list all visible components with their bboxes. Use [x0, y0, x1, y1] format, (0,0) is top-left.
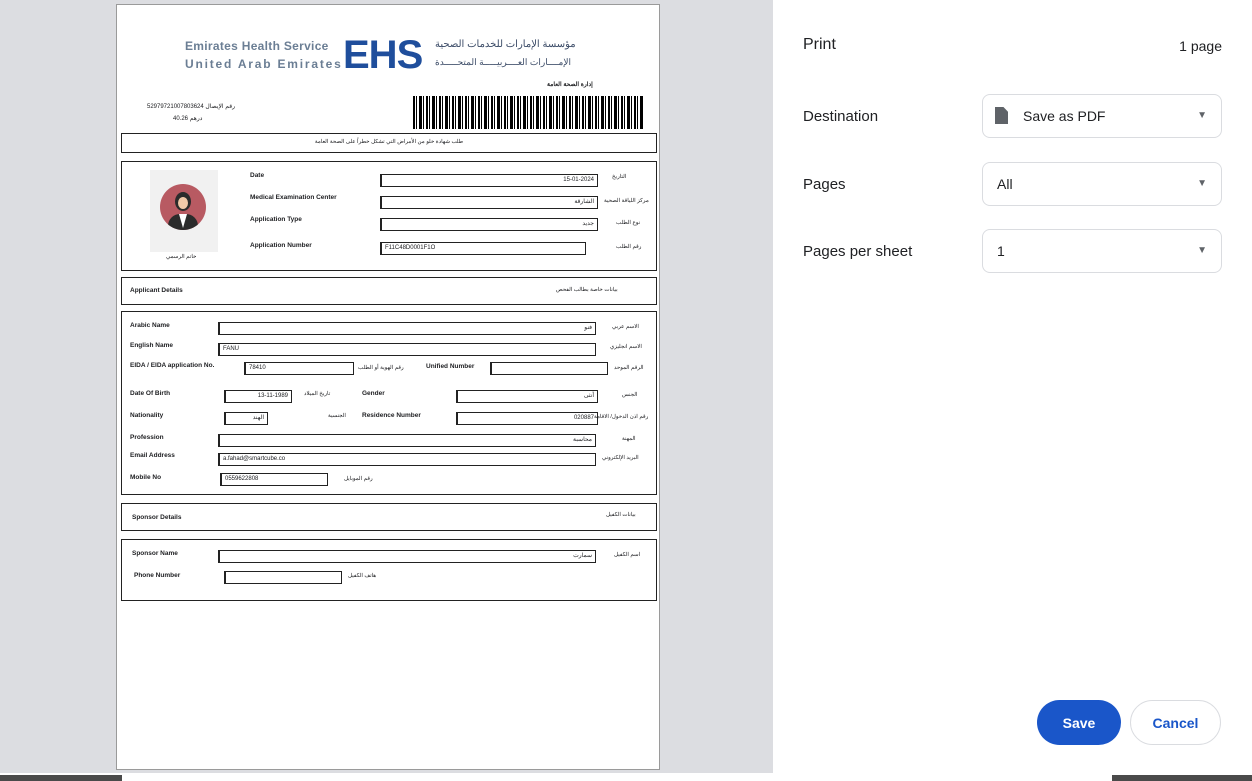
window-bottom-edge [0, 773, 1252, 781]
dob-field: 13-11-1989 [224, 390, 292, 403]
app-type-label-ar: نوع الطلب [616, 220, 641, 226]
mobile-label: Mobile No [130, 474, 162, 481]
arabic-name-field: فنو [218, 322, 596, 335]
pages-value: All [997, 176, 1013, 192]
app-number-label-ar: رقم الطلب [616, 244, 642, 250]
arabic-name-label: Arabic Name [130, 322, 170, 329]
cancel-button[interactable]: Cancel [1130, 700, 1221, 745]
phone-field [224, 571, 342, 584]
residence-number-label-ar: رقم اذن الدخول/ الاقامة [594, 414, 649, 420]
date-field: 15-01-2024 [380, 174, 598, 187]
gender-field: أنثى [456, 390, 598, 403]
mobile-label-ar: رقم الموبايل [344, 476, 373, 482]
applicant-header-en: Applicant Details [130, 287, 183, 294]
english-name-label-ar: الاسم انجليزي [610, 344, 642, 350]
profession-field: محاسبة [218, 434, 596, 447]
print-settings-panel: Print 1 page Destination Save as PDF ▼ P… [773, 0, 1252, 773]
dob-label-ar: تاريخ الميلاد [304, 391, 331, 397]
applicant-details-box: Arabic Name فنو الاسم عربي English Name … [121, 311, 657, 495]
sponsor-name-label: Sponsor Name [132, 550, 178, 557]
eida-field: 78410 [244, 362, 354, 375]
gender-label-ar: الجنس [622, 392, 638, 398]
gender-label: Gender [362, 390, 385, 397]
app-type-field: جديد [380, 218, 598, 231]
app-number-label: Application Number [250, 242, 312, 249]
chevron-down-icon: ▼ [1197, 178, 1207, 189]
unified-number-label: Unified Number [426, 363, 475, 370]
sponsor-header-en: Sponsor Details [132, 514, 182, 521]
country-name-en: United Arab Emirates [185, 57, 343, 71]
pages-per-sheet-value: 1 [997, 243, 1005, 259]
residence-number-label: Residence Number [362, 412, 421, 419]
document-icon [995, 107, 1008, 124]
exam-center-field: الشارقة [380, 196, 598, 209]
receipt-number: 52979721007803624 رقم الإيصال [147, 104, 235, 110]
request-title-box: طلب شهادة خلو من الأمراض التي تشكل خطراً… [121, 133, 657, 153]
email-label-ar: البريد الإلكتروني [602, 455, 639, 461]
email-field: a.fahad@smartcube.co [218, 453, 596, 466]
org-name-en: Emirates Health Service [185, 39, 329, 53]
eida-label: EIDA / EIDA application No. [130, 362, 215, 369]
mobile-field: 0559622808 [220, 473, 328, 486]
unified-number-field [490, 362, 608, 375]
applicant-photo [150, 170, 218, 252]
email-label: Email Address [130, 452, 175, 459]
english-name-field: FANU [218, 343, 596, 356]
applicant-header-ar: بيانات خاصة بطالب الفحص [556, 287, 618, 293]
phone-label-ar: هاتف الكفيل [348, 573, 377, 579]
fee-amount: 40.26 درهم [173, 116, 203, 122]
application-summary-box: خاتم الرسمي Date 15-01-2024 التاريخ Medi… [121, 161, 657, 271]
print-preview-area: Emirates Health Service United Arab Emir… [0, 0, 773, 781]
profession-label: Profession [130, 434, 164, 441]
sponsor-name-field: سمارت [218, 550, 596, 563]
app-type-label: Application Type [250, 216, 302, 223]
country-name-ar: الإمــــارات العــــربيـــــة المتحـــــ… [435, 57, 571, 67]
residence-number-field: 020887 [456, 412, 598, 425]
sponsor-name-label-ar: اسم الكفيل [614, 552, 641, 558]
destination-label: Destination [803, 108, 879, 125]
app-number-field: F11C48D0001F1O [380, 242, 586, 255]
pages-per-sheet-label: Pages per sheet [803, 243, 913, 260]
preview-page: Emirates Health Service United Arab Emir… [116, 4, 660, 770]
nationality-field: الهند [224, 412, 268, 425]
applicant-details-header: Applicant Details بيانات خاصة بطالب الفح… [121, 277, 657, 305]
pages-select[interactable]: All ▼ [982, 162, 1222, 206]
pages-label: Pages [803, 176, 846, 193]
dob-label: Date Of Birth [130, 390, 171, 397]
profession-label-ar: المهنة [622, 436, 636, 442]
request-title: طلب شهادة خلو من الأمراض التي تشكل خطراً… [314, 139, 464, 145]
nationality-label-ar: الجنسية [328, 413, 346, 419]
arabic-name-label-ar: الاسم عربي [612, 324, 639, 330]
page-count: 1 page [1179, 38, 1222, 54]
sponsor-details-header: Sponsor Details بيانات الكفيل [121, 503, 657, 531]
phone-label: Phone Number [134, 572, 181, 579]
english-name-label: English Name [130, 342, 173, 349]
sponsor-header-ar: بيانات الكفيل [606, 512, 636, 518]
chevron-down-icon: ▼ [1197, 245, 1207, 256]
destination-select[interactable]: Save as PDF ▼ [982, 94, 1222, 138]
exam-center-label-ar: مركز اللياقة الصحية [604, 198, 649, 204]
save-button[interactable]: Save [1037, 700, 1121, 745]
print-title: Print [803, 36, 836, 53]
chevron-down-icon: ▼ [1197, 110, 1207, 121]
barcode [413, 96, 643, 129]
pages-per-sheet-select[interactable]: 1 ▼ [982, 229, 1222, 273]
department-ar: إدارة الصحة العامة [547, 82, 593, 88]
org-name-ar: مؤسسة الإمارات للخدمات الصحية [435, 39, 576, 50]
ehs-logo: EHS [343, 33, 423, 77]
unified-number-label-ar: الرقم الموحد [614, 365, 644, 371]
sponsor-details-box: Sponsor Name سمارت اسم الكفيل Phone Numb… [121, 539, 657, 601]
date-label-ar: التاريخ [612, 174, 627, 180]
exam-center-label: Medical Examination Center [250, 194, 337, 201]
date-label: Date [250, 172, 265, 179]
destination-value: Save as PDF [1023, 108, 1106, 124]
photo-caption: خاتم الرسمي [166, 254, 197, 260]
eida-label-ar: رقم الهوية أو الطلب [358, 365, 404, 371]
nationality-label: Nationality [130, 412, 164, 419]
